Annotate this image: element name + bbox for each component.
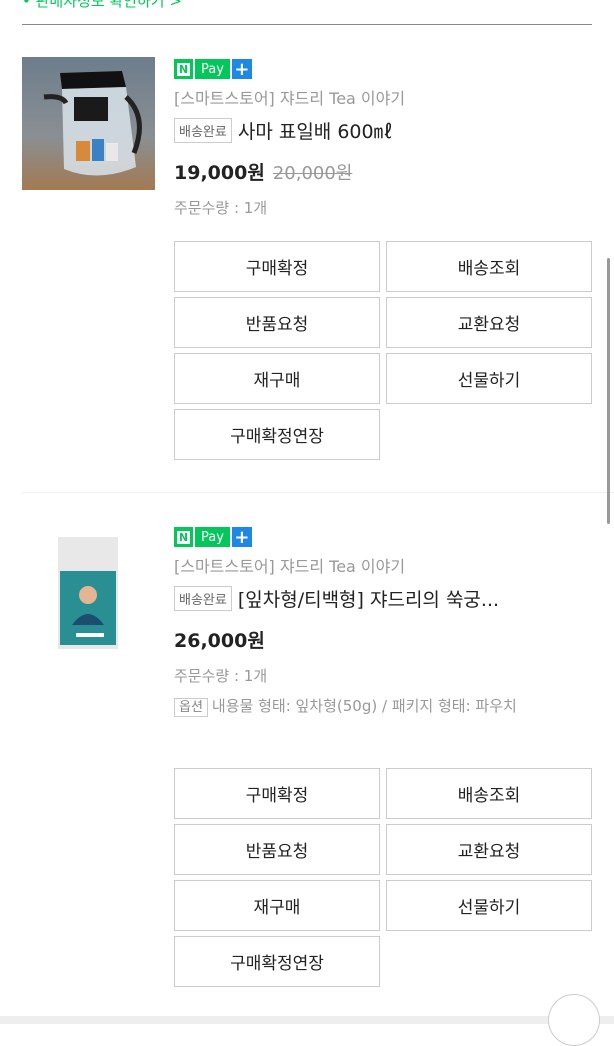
- npay-plus-badge: N Pay +: [174, 527, 592, 548]
- repurchase-button[interactable]: 재구매: [174, 880, 380, 931]
- plus-icon: +: [231, 527, 252, 548]
- track-delivery-button[interactable]: 배송조회: [386, 241, 592, 292]
- price: 19,000원: [174, 162, 265, 184]
- exchange-request-button[interactable]: 교환요청: [386, 824, 592, 875]
- product-thumbnail[interactable]: [22, 57, 155, 190]
- confirm-purchase-button[interactable]: 구매확정: [174, 241, 380, 292]
- naver-n-icon: N: [174, 59, 193, 79]
- naver-n-icon: N: [174, 527, 193, 547]
- return-request-button[interactable]: 반품요청: [174, 297, 380, 348]
- gift-button[interactable]: 선물하기: [386, 353, 592, 404]
- plus-icon: +: [231, 59, 252, 80]
- status-badge: 배송완료: [174, 118, 232, 143]
- status-badge: 배송완료: [174, 586, 232, 611]
- store-name[interactable]: [스마트스토어] 쟈드리 Tea 이야기: [174, 85, 592, 109]
- order-info: N Pay + [스마트스토어] 쟈드리 Tea 이야기 배송완료 [잎차형/티…: [174, 527, 592, 720]
- action-buttons: 구매확정 배송조회 반품요청 교환요청 재구매 선물하기 구매확정연장: [174, 768, 592, 987]
- gift-button[interactable]: 선물하기: [386, 880, 592, 931]
- quantity: 주문수량 : 1개: [174, 199, 268, 217]
- option-info: 옵션 내용물 형태: 잎차형(50g) / 패키지 형태: 파우치: [174, 694, 592, 720]
- pay-label: Pay: [195, 527, 230, 547]
- extend-confirm-button[interactable]: 구매확정연장: [174, 936, 380, 987]
- option-badge: 옵션: [174, 698, 208, 717]
- scroll-top-button[interactable]: [548, 994, 600, 1046]
- return-request-button[interactable]: 반품요청: [174, 824, 380, 875]
- scrollbar[interactable]: [607, 258, 610, 524]
- confirm-purchase-button[interactable]: 구매확정: [174, 768, 380, 819]
- action-buttons: 구매확정 배송조회 반품요청 교환요청 재구매 선물하기 구매확정연장: [174, 241, 592, 460]
- extend-confirm-button[interactable]: 구매확정연장: [174, 409, 380, 460]
- pay-label: Pay: [195, 59, 230, 79]
- product-title[interactable]: [잎차형/티백형] 쟈드리의 쑥궁...: [238, 585, 499, 612]
- seller-info-link[interactable]: • 판매자정보 확인하기 >: [22, 0, 182, 11]
- bottom-bar: [0, 1016, 614, 1024]
- option-text: 내용물 형태: 잎차형(50g) / 패키지 형태: 파우치: [211, 697, 517, 715]
- repurchase-button[interactable]: 재구매: [174, 353, 380, 404]
- store-name[interactable]: [스마트스토어] 쟈드리 Tea 이야기: [174, 553, 592, 577]
- price: 26,000원: [174, 630, 265, 652]
- divider: [22, 24, 592, 25]
- product-thumbnail[interactable]: [22, 519, 155, 652]
- exchange-request-button[interactable]: 교환요청: [386, 297, 592, 348]
- original-price: 20,000원: [272, 163, 353, 184]
- npay-plus-badge: N Pay +: [174, 59, 592, 80]
- order-info: N Pay + [스마트스토어] 쟈드리 Tea 이야기 배송완료 사마 표일배…: [174, 59, 592, 218]
- divider: [22, 492, 614, 493]
- product-title[interactable]: 사마 표일배 600㎖: [238, 117, 393, 144]
- quantity: 주문수량 : 1개: [174, 667, 268, 685]
- track-delivery-button[interactable]: 배송조회: [386, 768, 592, 819]
